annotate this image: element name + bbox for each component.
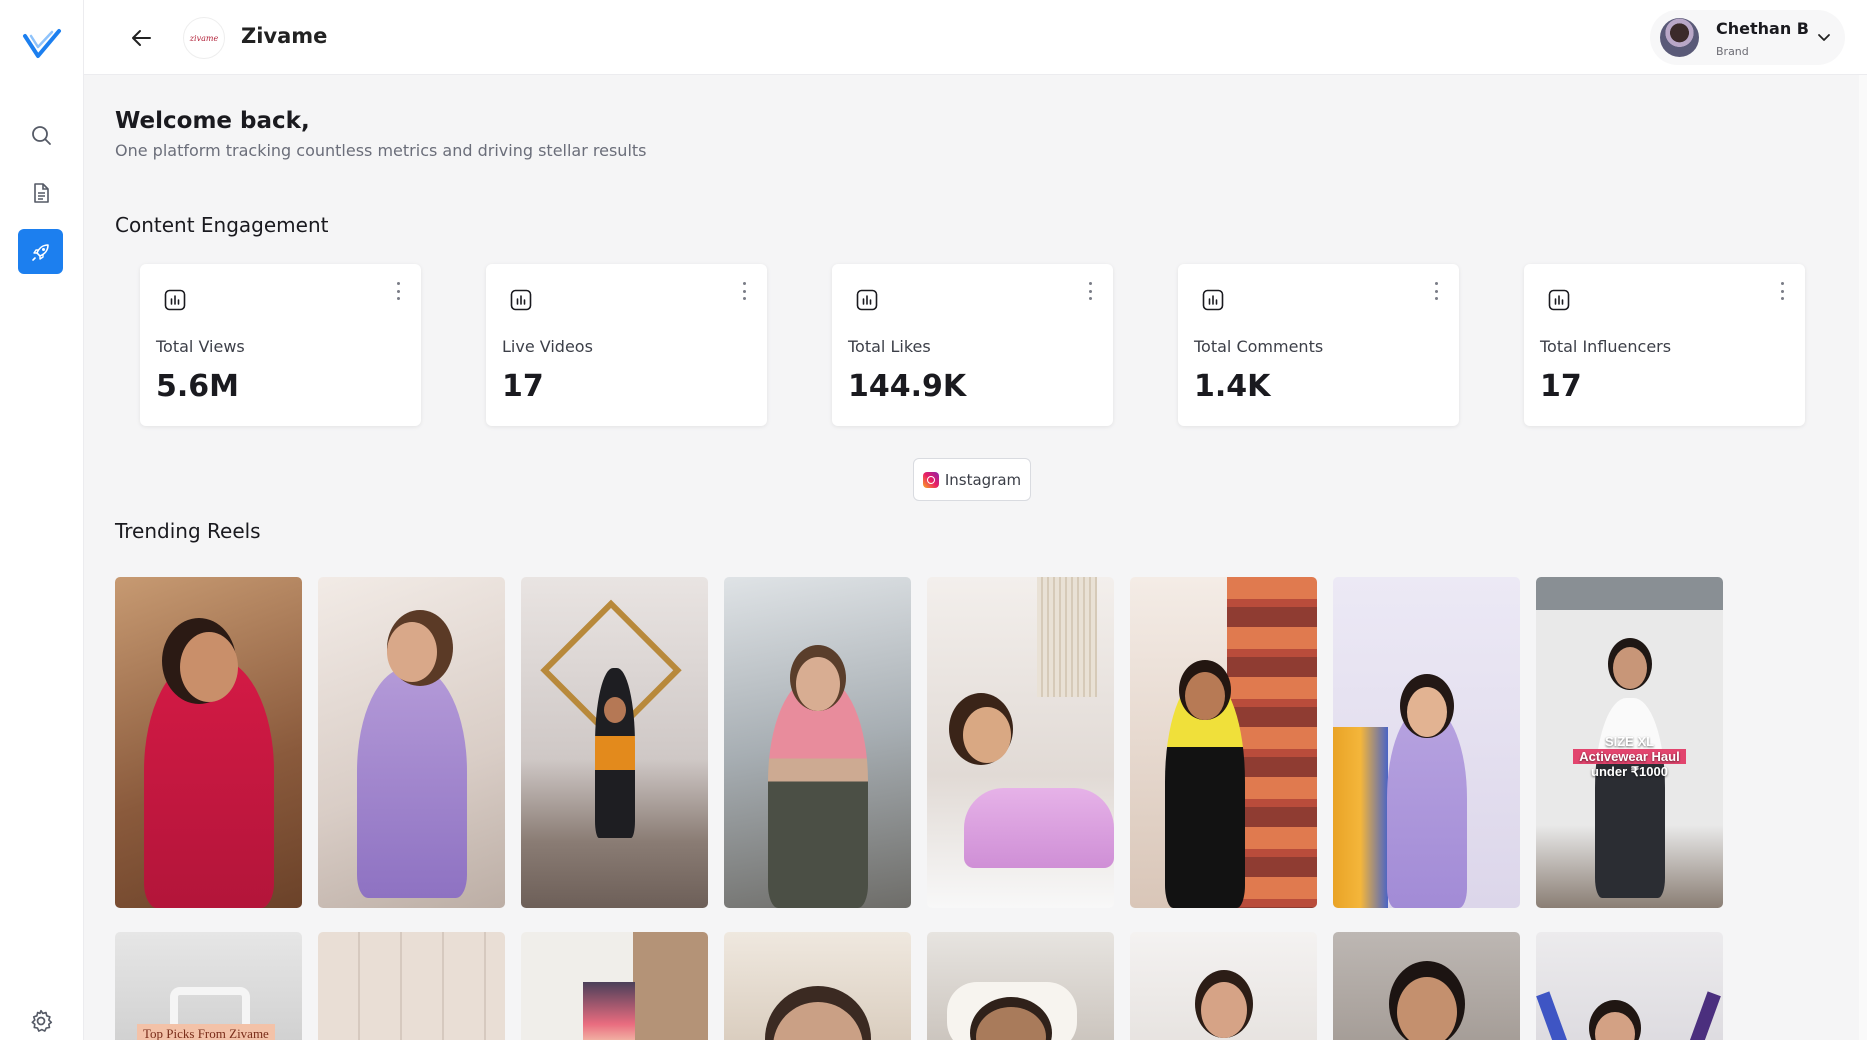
metric-card-total-views: Total Views 5.6M [140,264,421,426]
reel-thumbnail[interactable] [724,577,911,908]
reel-thumbnail[interactable] [521,932,708,1040]
document-icon [33,182,49,203]
page-title: Welcome back, [115,108,310,134]
reel-thumbnail[interactable]: Top Picks From Zivame [115,932,302,1040]
sidebar [0,0,84,1040]
bar-chart-icon [164,289,186,311]
back-button[interactable] [126,24,156,52]
more-options-icon[interactable] [1087,282,1093,300]
reel-thumbnail[interactable] [521,577,708,908]
section-title-trending-reels: Trending Reels [115,519,261,543]
app-logo-icon[interactable] [22,28,62,60]
sidebar-search-button[interactable] [18,112,63,157]
reel-tag-text: Top Picks From Zivame [137,1024,275,1040]
metric-value: 1.4K [1194,369,1271,404]
instagram-icon [922,471,939,488]
platform-label: Instagram [944,470,1022,489]
metric-value: 17 [502,369,544,404]
top-header: zivame Zivame Chethan B Brand [84,0,1867,75]
reel-thumbnail[interactable] [927,577,1114,908]
metric-label: Total Influencers [1540,337,1672,356]
metric-value: 5.6M [156,369,239,404]
reel-thumbnail[interactable] [1130,577,1317,908]
metric-label: Total Comments [1194,337,1324,356]
reel-thumbnail[interactable] [1130,932,1317,1040]
more-options-icon[interactable] [1779,282,1785,300]
bar-chart-icon [1202,289,1224,311]
reel-overlay-line2: Activewear Haul [1573,749,1686,764]
settings-gear-icon[interactable] [28,1008,54,1034]
brand-logo-text: zivame [189,33,219,43]
rocket-icon [31,243,49,261]
more-options-icon[interactable] [741,282,747,300]
brand-logo: zivame [183,17,225,59]
reel-thumbnail[interactable] [318,932,505,1040]
reel-overlay-line3: under ₹1000 [1591,764,1668,779]
reel-thumbnail[interactable] [724,932,911,1040]
sidebar-campaigns-button[interactable] [18,229,63,274]
metric-label: Live Videos [502,337,593,356]
reel-thumbnail[interactable] [318,577,505,908]
bar-chart-icon [510,289,532,311]
search-icon [31,125,51,145]
metric-card-total-influencers: Total Influencers 17 [1524,264,1805,426]
reel-overlay-text: SIZE XL Activewear Haul under ₹1000 [1536,734,1723,780]
reel-thumbnail[interactable] [927,932,1114,1040]
metric-card-live-videos: Live Videos 17 [486,264,767,426]
reel-thumbnail[interactable] [1333,932,1520,1040]
user-name: Chethan B [1716,19,1809,38]
reel-thumbnail[interactable] [1333,577,1520,908]
user-role: Brand [1716,45,1749,58]
bar-chart-icon [1548,289,1570,311]
more-options-icon[interactable] [395,282,401,300]
sidebar-documents-button[interactable] [18,170,63,215]
chevron-down-icon[interactable] [1817,30,1831,44]
reel-overlay-line1: SIZE XL [1604,734,1655,749]
metric-label: Total Likes [848,337,931,356]
bar-chart-icon [856,289,878,311]
reel-thumbnail[interactable]: SIZE XL Activewear Haul under ₹1000 [1536,577,1723,908]
more-options-icon[interactable] [1433,282,1439,300]
metric-value: 144.9K [848,369,967,404]
page-subtitle: One platform tracking countless metrics … [115,141,647,160]
scrollbar[interactable] [1859,75,1867,1040]
metric-card-total-comments: Total Comments 1.4K [1178,264,1459,426]
metric-value: 17 [1540,369,1582,404]
metric-label: Total Views [156,337,245,356]
reel-thumbnail[interactable] [1536,932,1723,1040]
platform-filter-instagram[interactable]: Instagram [913,458,1031,501]
metric-card-total-likes: Total Likes 144.9K [832,264,1113,426]
section-title-content-engagement: Content Engagement [115,213,329,237]
avatar [1660,18,1699,57]
user-menu[interactable]: Chethan B Brand [1650,10,1845,65]
arrow-left-icon [132,30,151,46]
reel-thumbnail[interactable] [115,577,302,908]
brand-name: Zivame [241,24,328,48]
